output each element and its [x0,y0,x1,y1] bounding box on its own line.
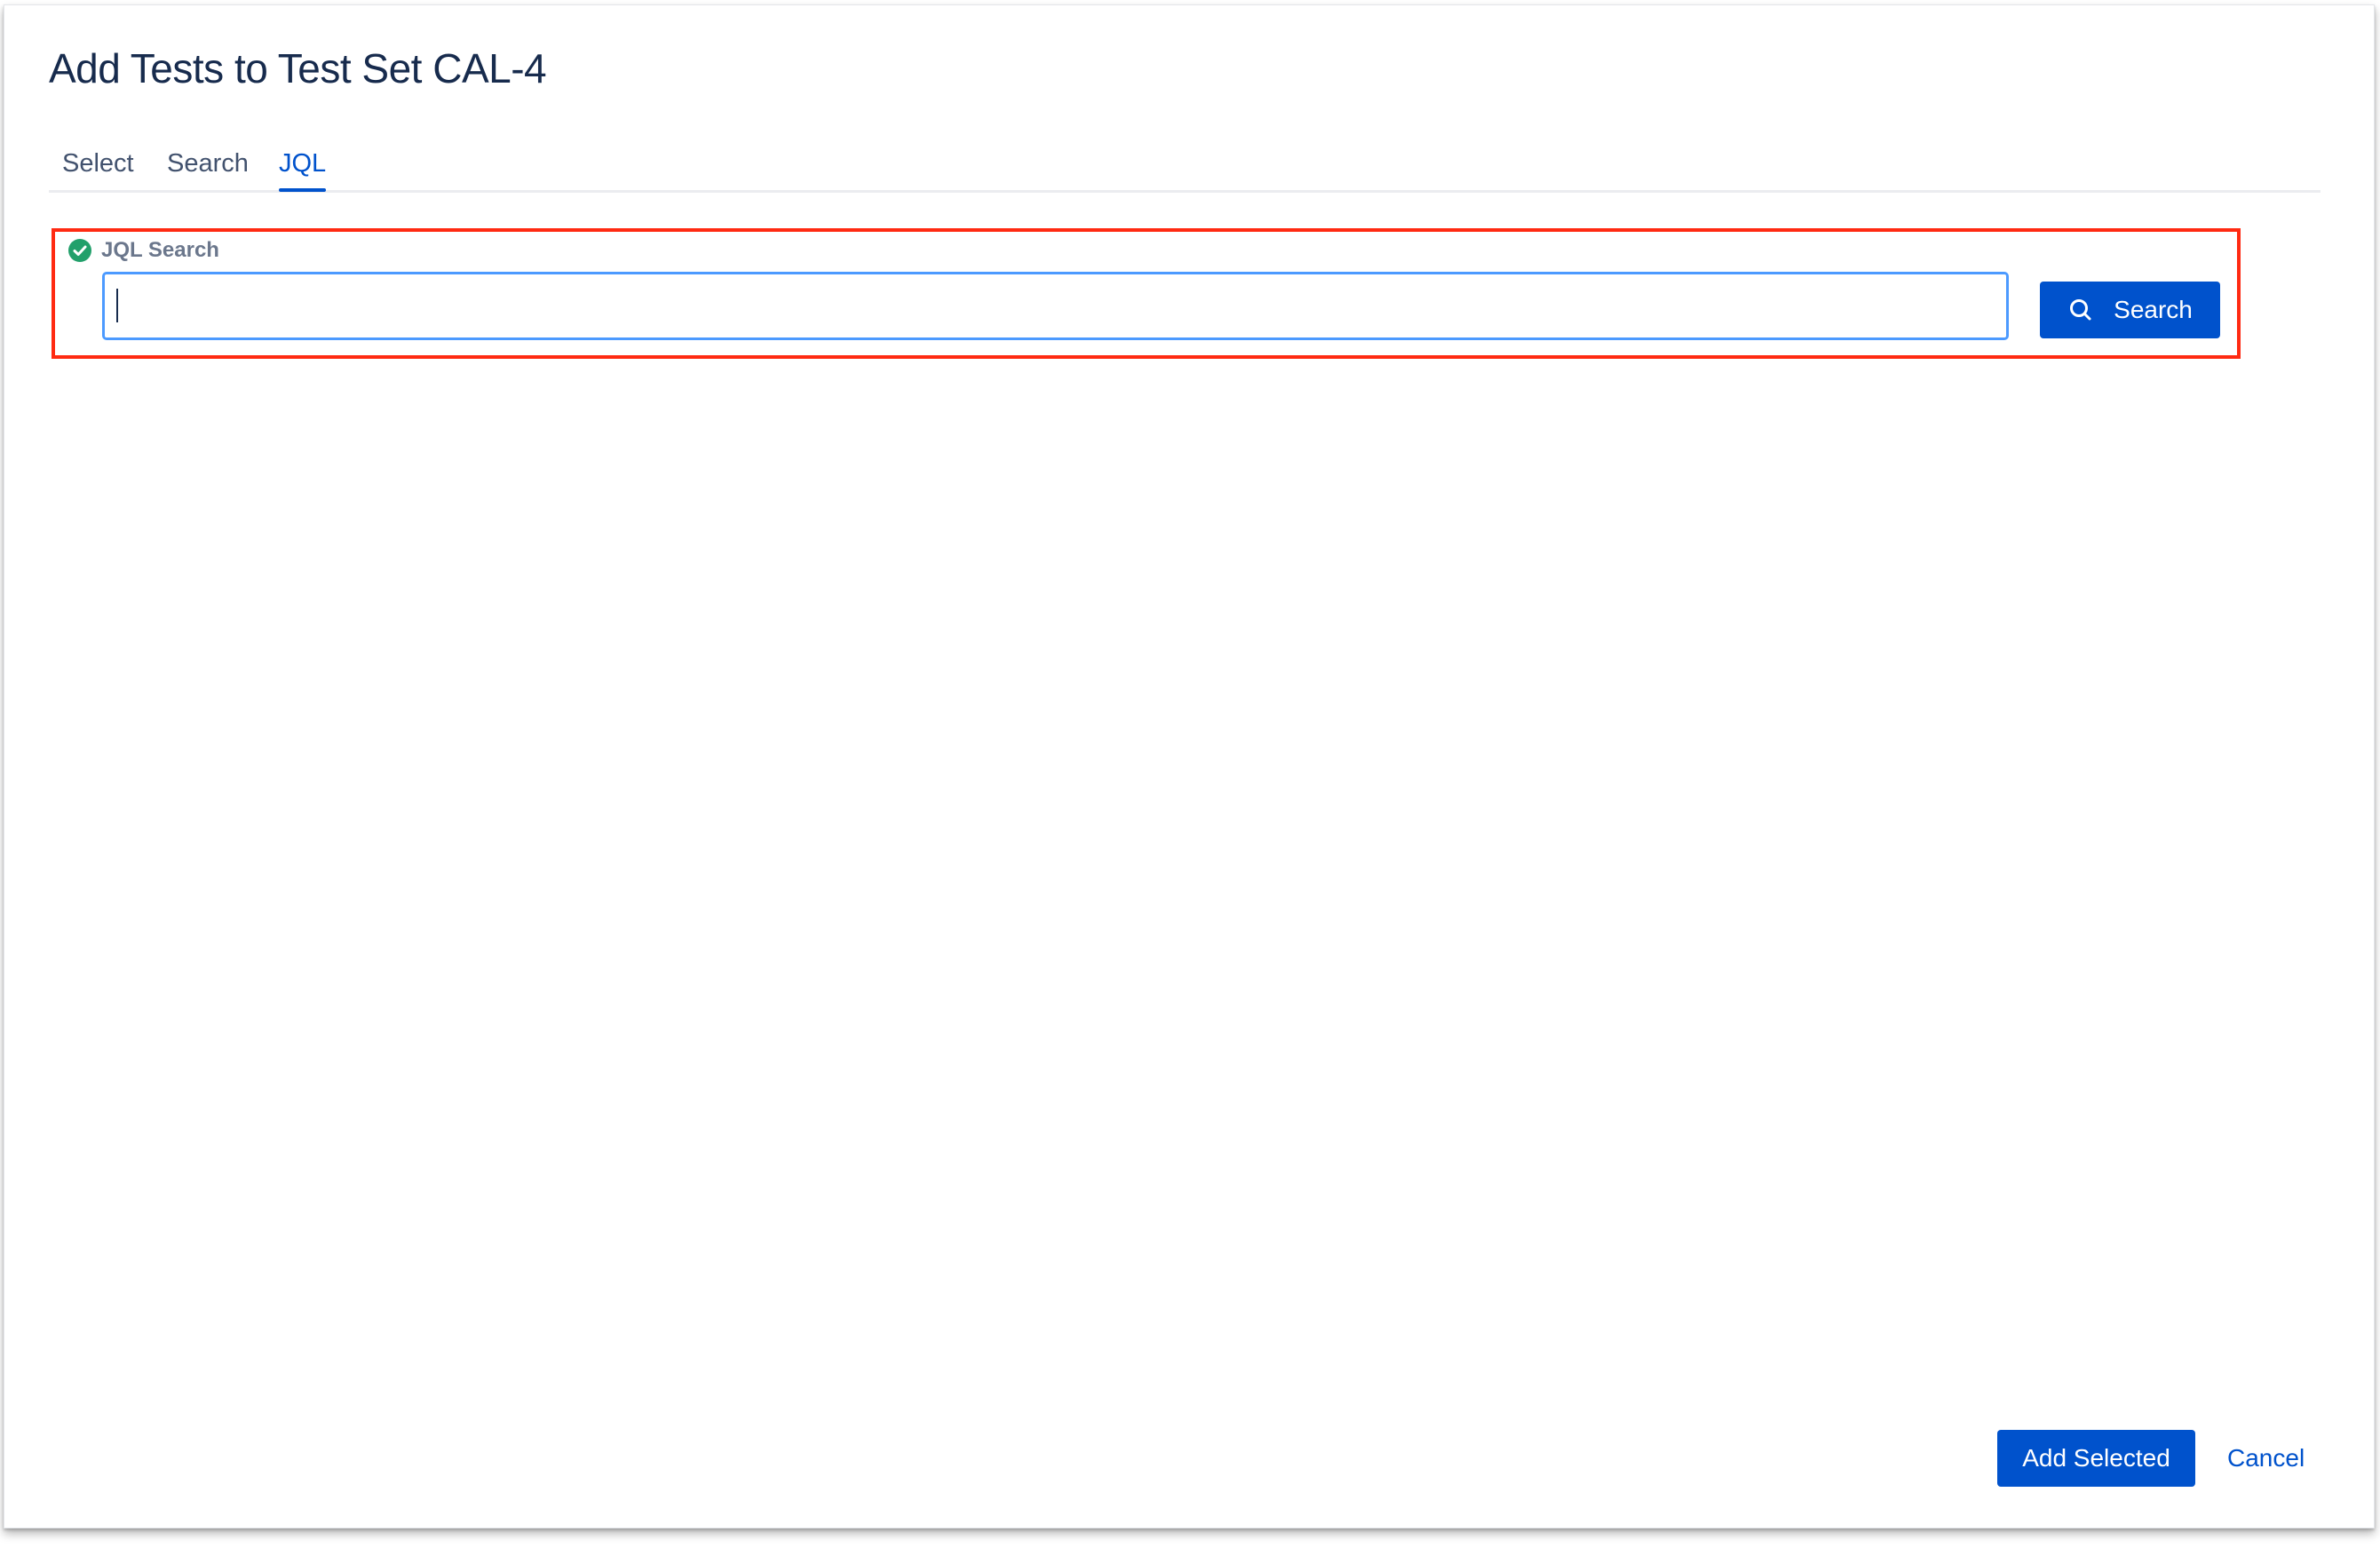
tab-select[interactable]: Select [62,146,134,181]
screenshot-page: Add Tests to Test Set CAL-4 Select Searc… [0,0,2380,1548]
tab-jql[interactable]: JQL [279,146,327,192]
search-icon [2070,299,2091,321]
tab-search[interactable]: Search [167,146,249,181]
check-circle-icon [68,239,91,262]
cancel-button[interactable]: Cancel [2227,1441,2305,1476]
jql-search-input[interactable] [102,272,2009,340]
text-caret [116,289,118,322]
dialog-title: Add Tests to Test Set CAL-4 [49,45,547,91]
tab-bar: Select Search JQL [49,142,2320,193]
search-button-label: Search [2114,296,2193,323]
add-selected-button[interactable]: Add Selected [1997,1430,2195,1487]
jql-field-label-row: JQL Search [67,237,219,264]
jql-search-label: JQL Search [101,238,219,262]
search-button[interactable]: Search [2040,282,2220,338]
